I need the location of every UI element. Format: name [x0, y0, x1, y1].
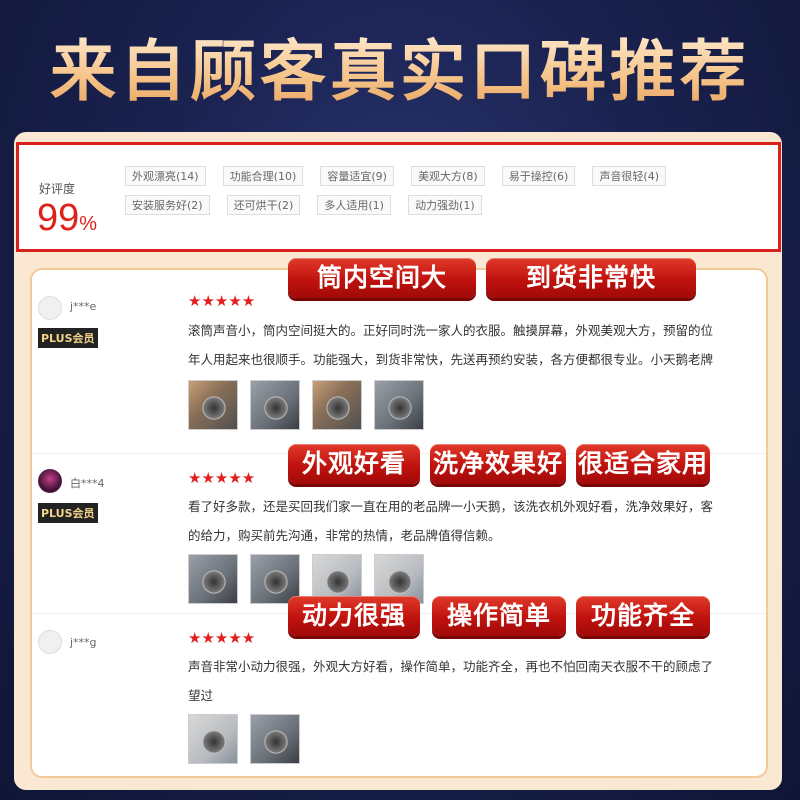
review-photo[interactable] [374, 380, 424, 430]
rating-tag[interactable]: 还可烘干(2) [226, 195, 301, 215]
rating-tag[interactable]: 易于操控(6) [501, 166, 576, 186]
highlight-badge: 洗净效果好 [430, 444, 566, 484]
highlight-badge: 筒内空间大 [288, 258, 476, 298]
highlight-badge: 到货非常快 [486, 258, 696, 298]
star-rating: ★★★★★ [188, 469, 256, 487]
review-text-line: 年人用起来也很顺手。功能强大，到货非常快，先送再预约安装，各方便都很专业。小天鹅… [188, 352, 714, 367]
review-photo[interactable] [250, 380, 300, 430]
review-photo[interactable] [188, 554, 238, 604]
rating-tag[interactable]: 安装服务好(2) [125, 195, 210, 215]
avatar [38, 296, 62, 320]
review-text: 滚筒声音小，筒内空间挺大的。正好同时洗一家人的衣服。触摸屏幕，外观美观大方，预留… [188, 316, 766, 374]
review-photo[interactable] [312, 380, 362, 430]
avatar [38, 630, 62, 654]
rating-tag[interactable]: 外观漂亮(14) [125, 166, 206, 186]
rating-unit: % [79, 213, 98, 235]
review-username: 白***4 [70, 477, 105, 490]
highlight-badge: 动力很强 [288, 596, 420, 636]
star-rating: ★★★★★ [188, 629, 256, 647]
review-username: j***e [70, 300, 97, 313]
review-text-line: 声音非常小动力很强，外观大方好看，操作简单，功能齐全，再也不怕回南天衣服不干的顾… [188, 659, 714, 674]
rating-tag[interactable]: 容量适宜(9) [320, 166, 394, 186]
page-headline: 来自顾客真实口碑推荐 [0, 22, 800, 122]
highlight-badge: 很适合家用 [576, 444, 710, 484]
review-text: 声音非常小动力很强，外观大方好看，操作简单，功能齐全，再也不怕回南天衣服不干的顾… [188, 652, 766, 710]
review-text-line: 望过 [188, 688, 214, 703]
review-list: j***e PLUS会员 ★★★★★ 滚筒声音小，筒内空间挺大的。正好同时洗一家… [30, 268, 768, 778]
highlight-badge: 外观好看 [288, 444, 420, 484]
plus-member-badge: PLUS会员 [38, 328, 98, 348]
review-text-line: 看了好多款，还是买回我们家一直在用的老品牌一小天鹅，该洗衣机外观好看，洗净效果好… [188, 499, 714, 514]
rating-tag[interactable]: 声音很轻(4) [592, 166, 667, 186]
avatar [38, 469, 62, 493]
rating-summary-panel: 好评度 99% 外观漂亮(14) 功能合理(10) 容量适宜(9) 美观大方(8… [16, 142, 781, 252]
rating-tag[interactable]: 多人适用(1) [317, 195, 391, 215]
rating-tag[interactable]: 功能合理(10) [222, 166, 304, 186]
review-text-line: 的给力，购买前先沟通，非常的热情，老品牌值得信赖。 [188, 528, 501, 543]
review-photos [188, 714, 300, 764]
highlight-badge: 功能齐全 [576, 596, 710, 636]
highlight-badge: 操作简单 [432, 596, 566, 636]
rating-number: 99 [37, 197, 80, 239]
review-photo[interactable] [250, 714, 300, 764]
review-item: j***g ★★★★★ 声音非常小动力很强，外观大方好看，操作简单，功能齐全，再… [32, 613, 766, 776]
rating-label: 好评度 [39, 182, 76, 196]
review-text: 看了好多款，还是买回我们家一直在用的老品牌一小天鹅，该洗衣机外观好看，洗净效果好… [188, 492, 766, 550]
review-text-line: 滚筒声音小，筒内空间挺大的。正好同时洗一家人的衣服。触摸屏幕，外观美观大方，预留… [188, 323, 714, 338]
plus-member-badge: PLUS会员 [38, 503, 98, 523]
review-photo[interactable] [188, 380, 238, 430]
review-username: j***g [70, 636, 97, 649]
rating-tag[interactable]: 动力强劲(1) [408, 195, 482, 215]
rating-tag[interactable]: 美观大方(8) [411, 166, 485, 186]
review-photos [188, 380, 424, 430]
rating-tags: 外观漂亮(14) 功能合理(10) 容量适宜(9) 美观大方(8) 易于操控(6… [125, 165, 775, 223]
rating-value: 99% [37, 197, 97, 240]
review-photo[interactable] [188, 714, 238, 764]
star-rating: ★★★★★ [188, 292, 256, 310]
